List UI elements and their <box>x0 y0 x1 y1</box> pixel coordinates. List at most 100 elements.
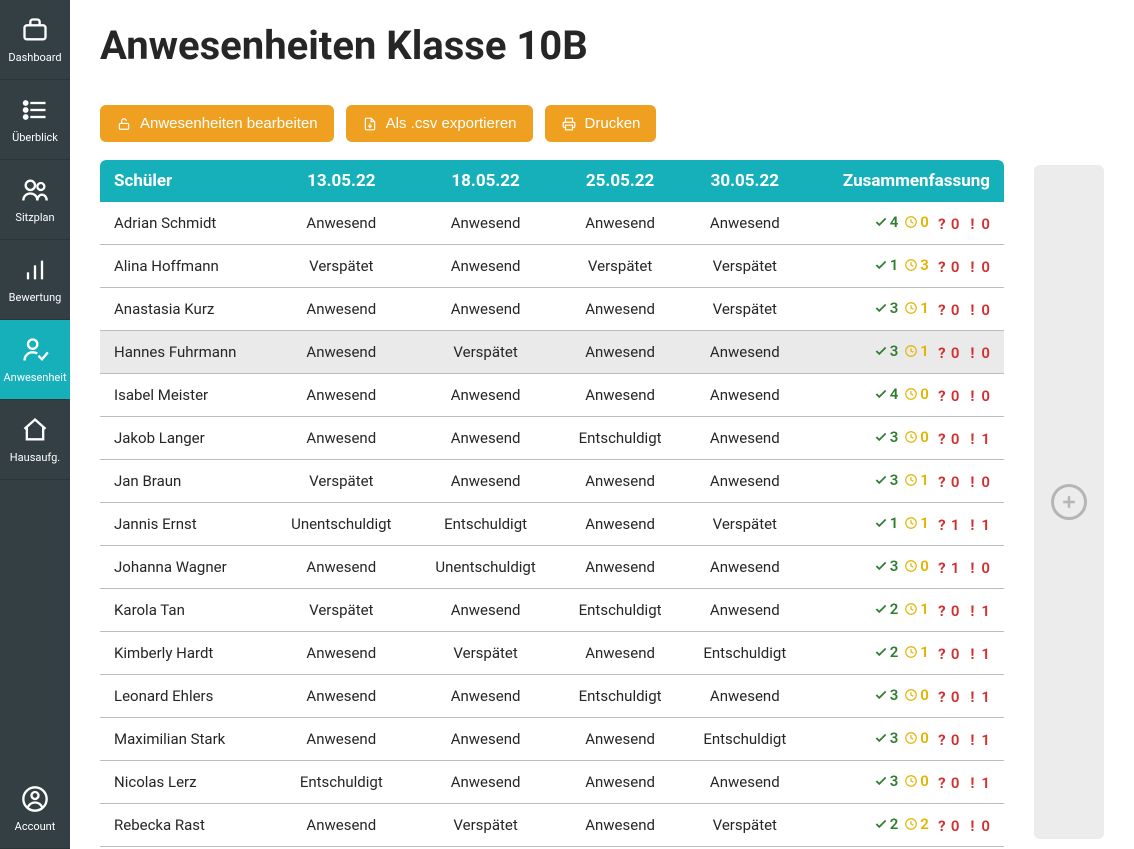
attendance-cell[interactable]: Verspätet <box>269 589 413 632</box>
table-row[interactable]: Isabel MeisterAnwesendAnwesendAnwesendAn… <box>100 374 1004 417</box>
attendance-cell[interactable]: Verspätet <box>682 503 807 546</box>
edit-attendance-button[interactable]: Anwesenheiten bearbeiten <box>100 105 334 142</box>
attendance-cell[interactable]: Anwesend <box>413 417 557 460</box>
attendance-cell[interactable]: Anwesend <box>269 417 413 460</box>
clock-icon <box>904 817 918 831</box>
attendance-cell[interactable]: Anwesend <box>682 202 807 245</box>
col-date[interactable]: 30.05.22 <box>682 160 807 202</box>
attendance-cell[interactable]: Anwesend <box>558 460 683 503</box>
attendance-cell[interactable]: Entschuldigt <box>682 632 807 675</box>
table-row[interactable]: Alina HoffmannVerspätetAnwesendVerspätet… <box>100 245 1004 288</box>
export-csv-label: Als .csv exportieren <box>386 115 517 132</box>
col-date[interactable]: 13.05.22 <box>269 160 413 202</box>
table-row[interactable]: Johanna WagnerAnwesendUnentschuldigtAnwe… <box>100 546 1004 589</box>
summary-late-count: 1 <box>920 471 929 489</box>
attendance-cell[interactable]: Anwesend <box>682 460 807 503</box>
attendance-cell[interactable]: Anwesend <box>413 589 557 632</box>
table-row[interactable]: Jan BraunVerspätetAnwesendAnwesendAnwese… <box>100 460 1004 503</box>
attendance-cell[interactable]: Anwesend <box>558 503 683 546</box>
attendance-cell[interactable]: Verspätet <box>682 245 807 288</box>
export-csv-button[interactable]: Als .csv exportieren <box>346 105 533 142</box>
attendance-cell[interactable]: Anwesend <box>558 804 683 847</box>
table-row[interactable]: Anastasia KurzAnwesendAnwesendAnwesendVe… <box>100 288 1004 331</box>
attendance-cell[interactable]: Anwesend <box>558 761 683 804</box>
table-row[interactable]: Nicolas LerzEntschuldigtAnwesendAnwesend… <box>100 761 1004 804</box>
attendance-cell[interactable]: Entschuldigt <box>269 761 413 804</box>
summary-present: 1 <box>874 256 899 274</box>
print-button[interactable]: Drucken <box>545 105 657 142</box>
attendance-cell[interactable]: Anwesend <box>269 331 413 374</box>
attendance-cell[interactable]: Anwesend <box>682 331 807 374</box>
attendance-cell[interactable]: Verspätet <box>269 245 413 288</box>
attendance-cell[interactable]: Verspätet <box>413 331 557 374</box>
attendance-cell[interactable]: Anwesend <box>558 374 683 417</box>
table-row[interactable]: Jannis ErnstUnentschuldigtEntschuldigtAn… <box>100 503 1004 546</box>
check-icon <box>874 516 888 530</box>
nav-item-attendance[interactable]: Anwesenheit <box>0 320 70 400</box>
summary-present-count: 3 <box>890 299 899 317</box>
attendance-cell[interactable]: Anwesend <box>682 374 807 417</box>
attendance-cell[interactable]: Entschuldigt <box>558 417 683 460</box>
attendance-cell[interactable]: Anwesend <box>413 288 557 331</box>
attendance-cell[interactable]: Anwesend <box>413 718 557 761</box>
attendance-cell[interactable]: Entschuldigt <box>682 718 807 761</box>
attendance-cell[interactable]: Anwesend <box>558 632 683 675</box>
col-date[interactable]: 25.05.22 <box>558 160 683 202</box>
attendance-cell[interactable]: Anwesend <box>269 546 413 589</box>
attendance-cell[interactable]: Anwesend <box>269 374 413 417</box>
attendance-cell[interactable]: Entschuldigt <box>558 589 683 632</box>
attendance-cell[interactable]: Unentschuldigt <box>269 503 413 546</box>
attendance-cell[interactable]: Anwesend <box>558 718 683 761</box>
attendance-cell[interactable]: Anwesend <box>269 804 413 847</box>
summary-cell: 30?0!1 <box>807 675 1004 718</box>
attendance-cell[interactable]: Anwesend <box>413 460 557 503</box>
nav-item-overview[interactable]: Überblick <box>0 80 70 160</box>
attendance-cell[interactable]: Anwesend <box>413 202 557 245</box>
nav-item-homework[interactable]: Hausaufg. <box>0 400 70 480</box>
nav-item-grading[interactable]: Bewertung <box>0 240 70 320</box>
attendance-cell[interactable]: Anwesend <box>682 675 807 718</box>
attendance-cell[interactable]: Entschuldigt <box>413 503 557 546</box>
attendance-cell[interactable]: Anwesend <box>269 632 413 675</box>
nav-item-seating[interactable]: Sitzplan <box>0 160 70 240</box>
attendance-cell[interactable]: Anwesend <box>558 546 683 589</box>
table-row[interactable]: Karola TanVerspätetAnwesendEntschuldigtA… <box>100 589 1004 632</box>
attendance-cell[interactable]: Verspätet <box>682 288 807 331</box>
table-row[interactable]: Hannes FuhrmannAnwesendVerspätetAnwesend… <box>100 331 1004 374</box>
table-row[interactable]: Jakob LangerAnwesendAnwesendEntschuldigt… <box>100 417 1004 460</box>
table-row[interactable]: Leonard EhlersAnwesendAnwesendEntschuldi… <box>100 675 1004 718</box>
attendance-cell[interactable]: Verspätet <box>269 460 413 503</box>
add-date-button[interactable] <box>1051 484 1087 520</box>
attendance-cell[interactable]: Entschuldigt <box>558 675 683 718</box>
attendance-cell[interactable]: Verspätet <box>558 245 683 288</box>
attendance-cell[interactable]: Anwesend <box>558 331 683 374</box>
attendance-cell[interactable]: Anwesend <box>682 589 807 632</box>
attendance-cell[interactable]: Anwesend <box>682 417 807 460</box>
attendance-cell[interactable]: Anwesend <box>682 546 807 589</box>
table-row[interactable]: Rebecka RastAnwesendVerspätetAnwesendVer… <box>100 804 1004 847</box>
table-row[interactable]: Kimberly HardtAnwesendVerspätetAnwesendE… <box>100 632 1004 675</box>
attendance-cell[interactable]: Anwesend <box>413 245 557 288</box>
attendance-cell[interactable]: Anwesend <box>558 202 683 245</box>
attendance-cell[interactable]: Anwesend <box>269 718 413 761</box>
attendance-cell[interactable]: Anwesend <box>269 288 413 331</box>
attendance-cell[interactable]: Verspätet <box>682 804 807 847</box>
summary-cell: 40?0!0 <box>807 374 1004 417</box>
attendance-cell[interactable]: Anwesend <box>413 374 557 417</box>
attendance-cell[interactable]: Anwesend <box>413 761 557 804</box>
nav-account[interactable]: Account <box>0 769 70 849</box>
attendance-cell[interactable]: Verspätet <box>413 804 557 847</box>
attendance-cell[interactable]: Anwesend <box>269 202 413 245</box>
attendance-cell[interactable]: Verspätet <box>413 632 557 675</box>
table-row[interactable]: Adrian SchmidtAnwesendAnwesendAnwesendAn… <box>100 202 1004 245</box>
nav-item-dashboard[interactable]: Dashboard <box>0 0 70 80</box>
attendance-cell[interactable]: Anwesend <box>558 288 683 331</box>
col-date[interactable]: 18.05.22 <box>413 160 557 202</box>
attendance-cell[interactable]: Anwesend <box>269 675 413 718</box>
exclaim-icon: ! <box>965 518 979 532</box>
attendance-cell[interactable]: Anwesend <box>413 675 557 718</box>
attendance-cell[interactable]: Unentschuldigt <box>413 546 557 589</box>
attendance-cell[interactable]: Anwesend <box>682 761 807 804</box>
summary-late: 0 <box>904 428 929 446</box>
table-row[interactable]: Maximilian StarkAnwesendAnwesendAnwesend… <box>100 718 1004 761</box>
